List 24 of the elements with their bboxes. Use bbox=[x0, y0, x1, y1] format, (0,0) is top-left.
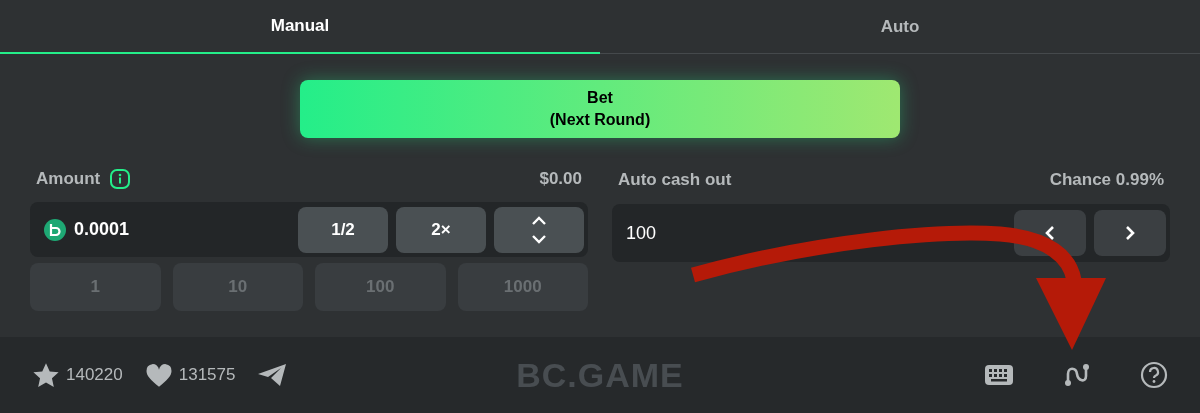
bet-button[interactable]: Bet (Next Round) bbox=[300, 80, 900, 138]
tab[interactable]: Manual bbox=[0, 0, 600, 54]
stepper-button[interactable] bbox=[494, 206, 584, 253]
paper-plane-icon[interactable] bbox=[257, 363, 288, 387]
star-icon[interactable] bbox=[32, 361, 60, 389]
tab[interactable]: Auto bbox=[600, 0, 1200, 54]
help-icon[interactable] bbox=[1140, 361, 1168, 389]
curve-path-icon[interactable] bbox=[1062, 362, 1092, 388]
info-icon[interactable] bbox=[110, 169, 131, 190]
star-count: 140220 bbox=[66, 365, 123, 385]
chevron-left-icon bbox=[1045, 225, 1055, 241]
coin-icon bbox=[44, 218, 66, 241]
amount-field[interactable]: 0.0001 1/2 2× bbox=[30, 202, 588, 257]
up-down-chevron-icon bbox=[531, 214, 547, 245]
chevron-right-icon bbox=[1125, 225, 1135, 241]
usd-value: $0.00 bbox=[539, 169, 582, 190]
multiplier-button[interactable]: 1/2 bbox=[298, 206, 388, 253]
keyboard-icon[interactable] bbox=[984, 364, 1014, 386]
multiplier-button[interactable]: 2× bbox=[396, 206, 486, 253]
amount-label: Amount bbox=[36, 169, 101, 190]
auto-cash-out-label: Auto cash out bbox=[618, 170, 732, 190]
heart-icon[interactable] bbox=[144, 362, 173, 388]
chance-text: Chance 0.99% bbox=[1049, 170, 1164, 190]
like-count: 131575 bbox=[178, 365, 236, 385]
